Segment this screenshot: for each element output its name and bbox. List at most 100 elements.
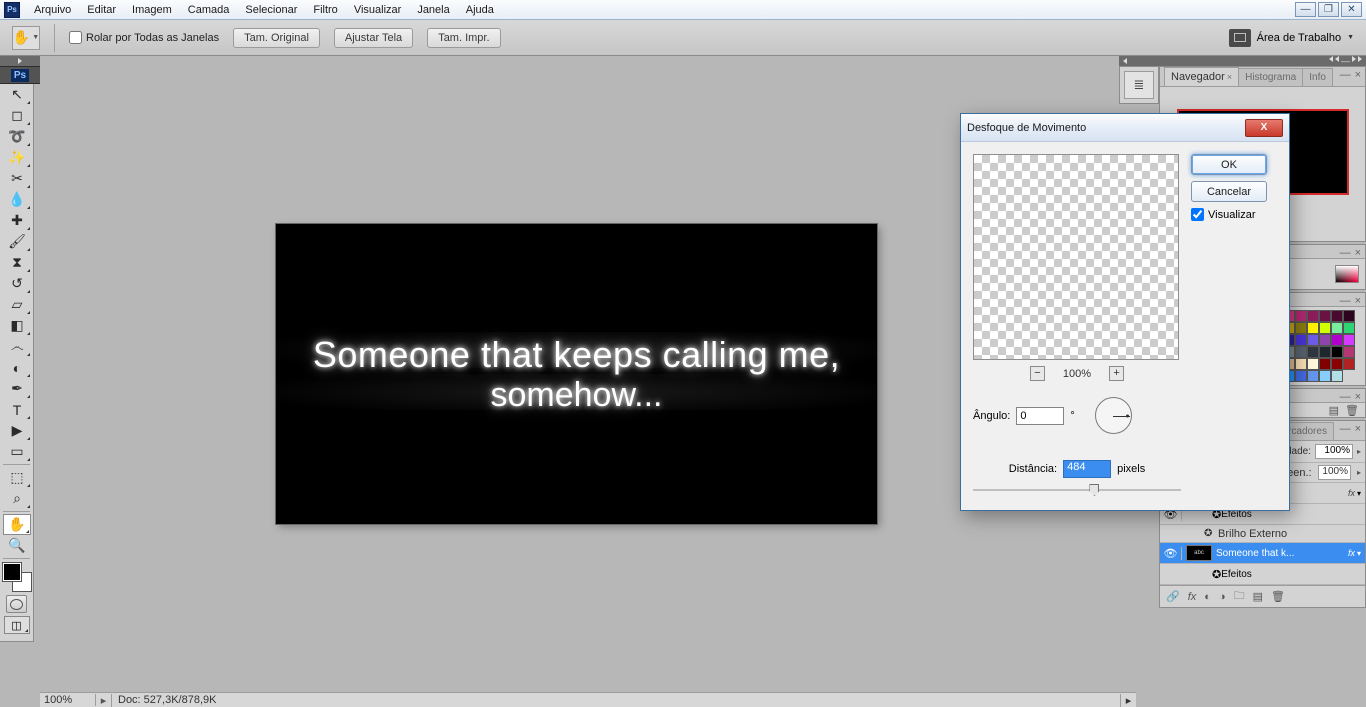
layer-effects-header[interactable]: 👁 ✪ Efeitos <box>1160 564 1365 585</box>
swatch[interactable] <box>1331 322 1343 334</box>
layer-name[interactable]: Someone that k... <box>1216 548 1348 559</box>
zoom-out-button[interactable]: − <box>1030 366 1045 381</box>
menu-image[interactable]: Imagem <box>124 1 180 19</box>
swatch[interactable] <box>1319 334 1331 346</box>
opacity-field[interactable]: 100% <box>1315 444 1353 459</box>
filter-preview[interactable] <box>973 154 1179 360</box>
history-panel-icon[interactable]: ≣ <box>1124 71 1154 99</box>
panel-minimize-icon[interactable]: — <box>1340 391 1351 403</box>
window-restore-button[interactable]: ❐ <box>1318 2 1339 17</box>
menu-filter[interactable]: Filtro <box>305 1 345 19</box>
window-close-button[interactable]: ✕ <box>1341 2 1362 17</box>
panel-close-icon[interactable]: × <box>1355 247 1361 259</box>
layer-row-selected[interactable]: 👁 abc Someone that k... fx▾ <box>1160 543 1365 564</box>
fx-icon[interactable]: fx <box>1348 488 1355 498</box>
zoom-in-button[interactable]: + <box>1109 366 1124 381</box>
panel-minimize-icon[interactable]: — <box>1340 247 1351 259</box>
panel-minimize-icon[interactable]: — <box>1340 69 1351 81</box>
fill-field[interactable]: 100% <box>1318 465 1351 480</box>
status-zoom-menu[interactable]: ▸ <box>96 694 112 707</box>
brush-menu-icon[interactable]: ▤ <box>1329 404 1339 417</box>
preview-checkbox-input[interactable] <box>1191 208 1204 221</box>
swatch[interactable] <box>1319 310 1331 322</box>
swatch[interactable] <box>1307 322 1319 334</box>
preview-checkbox[interactable]: Visualizar <box>1191 208 1277 221</box>
visibility-toggle[interactable]: 👁 <box>1160 547 1182 560</box>
panel-close-icon[interactable]: × <box>1355 295 1361 307</box>
fx-icon[interactable]: fx <box>1348 548 1355 558</box>
swatch[interactable] <box>1295 322 1307 334</box>
tab-navigator[interactable]: Navegador × <box>1164 67 1239 86</box>
close-icon[interactable]: × <box>1227 72 1232 82</box>
layer-group-icon[interactable]: 🗀 <box>1234 587 1245 606</box>
window-minimize-button[interactable]: — <box>1295 2 1316 17</box>
swatch[interactable] <box>1295 346 1307 358</box>
panel-minimize-icon[interactable]: — <box>1340 423 1351 435</box>
status-zoom[interactable]: 100% <box>40 694 96 706</box>
swatch[interactable] <box>1343 358 1355 370</box>
color-ramp[interactable] <box>1335 265 1359 283</box>
delete-layer-icon[interactable]: 🗑 <box>1271 590 1285 603</box>
panel-close-icon[interactable]: × <box>1355 391 1361 403</box>
swatch[interactable] <box>1343 334 1355 346</box>
link-layers-icon[interactable]: 🔗 <box>1166 590 1180 603</box>
swatch[interactable] <box>1295 334 1307 346</box>
menu-help[interactable]: Ajuda <box>458 1 502 19</box>
panel-close-icon[interactable]: × <box>1355 423 1361 435</box>
scroll-all-windows-input[interactable] <box>69 31 82 44</box>
panel-close-icon[interactable]: × <box>1355 69 1361 81</box>
swatch[interactable] <box>1319 358 1331 370</box>
layer-effect-outer-glow[interactable]: ✪ Brilho Externo <box>1160 525 1365 543</box>
swatch[interactable] <box>1319 370 1331 382</box>
menu-file[interactable]: Arquivo <box>26 1 79 19</box>
menu-edit[interactable]: Editar <box>79 1 124 19</box>
swatch[interactable] <box>1307 310 1319 322</box>
trash-icon[interactable]: 🗑 <box>1345 404 1359 417</box>
document-canvas[interactable]: Someone that keeps calling me, somehow..… <box>276 224 877 524</box>
swatch[interactable] <box>1295 358 1307 370</box>
dock-header[interactable]: — <box>1119 56 1366 66</box>
menu-window[interactable]: Janela <box>409 1 457 19</box>
swatch[interactable] <box>1295 370 1307 382</box>
chevron-right-icon[interactable]: ▸ <box>1357 447 1361 456</box>
print-size-button[interactable]: Tam. Impr. <box>427 28 500 48</box>
swatch[interactable] <box>1331 310 1343 322</box>
chevron-right-icon[interactable]: ▸ <box>1357 468 1361 477</box>
ok-button[interactable]: OK <box>1191 154 1267 175</box>
angle-input[interactable] <box>1016 407 1064 425</box>
new-layer-icon[interactable]: ▤ <box>1253 590 1263 603</box>
swatch[interactable] <box>1331 346 1343 358</box>
menu-layer[interactable]: Camada <box>180 1 238 19</box>
swatch[interactable] <box>1343 346 1355 358</box>
layer-style-icon[interactable]: fx <box>1188 591 1197 603</box>
tab-histogram[interactable]: Histograma <box>1238 68 1303 86</box>
swatch[interactable] <box>1307 358 1319 370</box>
menu-select[interactable]: Selecionar <box>237 1 305 19</box>
distance-slider[interactable] <box>973 482 1181 498</box>
menu-view[interactable]: Visualizar <box>346 1 410 19</box>
actual-pixels-button[interactable]: Tam. Original <box>233 28 320 48</box>
dialog-close-button[interactable]: X <box>1245 119 1283 137</box>
cancel-button[interactable]: Cancelar <box>1191 181 1267 202</box>
distance-input[interactable]: 484 <box>1063 460 1111 478</box>
scroll-all-windows-checkbox[interactable]: Rolar por Todas as Janelas <box>69 31 219 44</box>
swatch[interactable] <box>1343 322 1355 334</box>
swatch[interactable] <box>1307 346 1319 358</box>
angle-wheel[interactable] <box>1095 397 1132 434</box>
current-tool-indicator[interactable]: ✋▼ <box>12 26 40 50</box>
swatch[interactable] <box>1331 358 1343 370</box>
panel-minimize-icon[interactable]: — <box>1340 295 1351 307</box>
status-doc-info[interactable]: Doc: 527,3K/878,9K <box>112 694 1120 706</box>
adjustment-layer-icon[interactable]: ◑ <box>1219 591 1226 603</box>
swatch[interactable] <box>1343 310 1355 322</box>
swatch[interactable] <box>1331 370 1343 382</box>
swatch[interactable] <box>1331 334 1343 346</box>
fit-screen-button[interactable]: Ajustar Tela <box>334 28 413 48</box>
workspace-switcher[interactable]: Área de Trabalho ▼ <box>1229 29 1354 47</box>
swatch[interactable] <box>1307 370 1319 382</box>
swatch[interactable] <box>1319 346 1331 358</box>
swatch[interactable] <box>1319 322 1331 334</box>
layer-mask-icon[interactable]: ◐ <box>1204 591 1211 603</box>
swatch[interactable] <box>1295 310 1307 322</box>
swatch[interactable] <box>1307 334 1319 346</box>
